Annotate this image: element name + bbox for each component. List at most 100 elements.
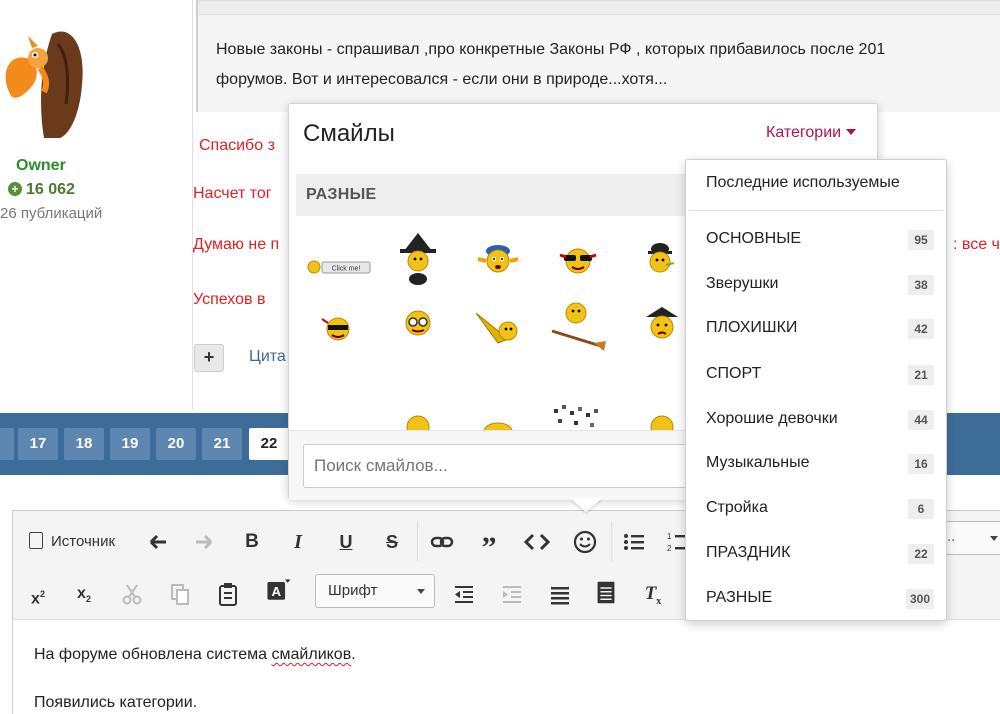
strikethrough-icon[interactable]: S	[379, 527, 405, 557]
category-item[interactable]: СПОРТ 21	[686, 355, 948, 395]
justify-icon[interactable]	[547, 579, 573, 609]
template-icon[interactable]	[593, 577, 619, 607]
post-line-4: Успехов в	[193, 291, 266, 308]
category-item[interactable]: РАЗНЫЕ 300	[686, 579, 948, 619]
category-count-badge: 21	[908, 365, 934, 385]
blockquote-icon[interactable]: ”	[475, 527, 503, 564]
page-button[interactable]	[0, 428, 14, 460]
smiley-witch-icon[interactable]	[388, 229, 448, 289]
smiley-pirate-icon[interactable]	[632, 295, 692, 355]
menu-divider	[690, 210, 942, 211]
chevron-down-icon	[990, 536, 998, 541]
category-count-badge: 95	[908, 230, 934, 250]
editor-paragraph-2: Появились категории.	[34, 694, 198, 711]
quote-button[interactable]: Цита	[249, 348, 286, 366]
smiley-glasses-icon[interactable]	[388, 295, 448, 355]
category-name: Зверушки	[706, 275, 779, 292]
bold-icon[interactable]: B	[239, 527, 265, 557]
category-item[interactable]: Стройка 6	[686, 489, 948, 529]
redo-icon[interactable]	[191, 527, 217, 557]
page-button-22-current[interactable]: 22	[249, 428, 289, 460]
source-label: Источник	[51, 533, 116, 550]
author-panel: Owner +16 062 26 публикаций	[0, 0, 192, 410]
category-item[interactable]: Зверушки 38	[686, 265, 948, 305]
page-button-18[interactable]: 18	[64, 428, 104, 460]
svg-text:1: 1	[667, 532, 672, 541]
smiley-icon[interactable]	[571, 527, 599, 557]
toolbar-separator	[611, 521, 612, 561]
source-icon	[29, 532, 43, 549]
smiley-sunglasses-icon[interactable]	[548, 229, 608, 289]
category-recent[interactable]: Последние используемые	[706, 174, 900, 192]
add-reaction-button[interactable]: +	[194, 344, 224, 372]
page-button-20[interactable]: 20	[156, 428, 196, 460]
author-post-count: 26 публикаций	[0, 205, 103, 222]
smiley-picker-title: Смайлы	[303, 120, 395, 147]
smiley-row3-icon[interactable]	[388, 397, 448, 431]
bulleted-list-icon[interactable]	[621, 527, 647, 557]
category-count-badge: 300	[905, 589, 934, 609]
font-select-value: Шрифт	[328, 582, 378, 599]
editor-content[interactable]: На форуме обновлена система смайликов. П…	[13, 619, 1000, 714]
toolbar-separator	[417, 521, 418, 561]
page-button-19[interactable]: 19	[110, 428, 150, 460]
smiley-cool-dance-icon[interactable]	[308, 299, 368, 359]
post-line-1: Спасибо з	[199, 137, 275, 154]
categories-dropdown-toggle[interactable]: Категории	[766, 124, 857, 142]
cut-icon[interactable]	[119, 579, 145, 609]
category-name: РАЗНЫЕ	[706, 589, 773, 606]
smiley-blue-hat-icon[interactable]	[468, 229, 528, 289]
smiley-pixel-icon[interactable]	[548, 379, 608, 431]
category-item[interactable]: ОСНОВНЫЕ 95	[686, 220, 948, 260]
superscript-icon[interactable]: x2	[25, 579, 51, 609]
category-count-badge: 6	[908, 499, 934, 519]
svg-text:A: A	[271, 584, 281, 599]
paste-icon[interactable]	[215, 579, 241, 609]
smiley-search-input[interactable]	[303, 444, 723, 488]
category-item[interactable]: Музыкальные 16	[686, 444, 948, 484]
link-icon[interactable]	[429, 527, 455, 557]
quote-block: Новые законы - спрашивал ,про конкретные…	[196, 0, 1000, 112]
smiley-banana-icon[interactable]	[468, 299, 528, 359]
click-me-text: Click me!	[332, 266, 361, 273]
italic-icon[interactable]: I	[285, 527, 311, 557]
category-count-badge: 44	[908, 410, 934, 430]
smiley-bowler-hat-icon[interactable]	[632, 229, 692, 289]
post-line-2: Насчет тог	[193, 185, 272, 202]
author-reputation: +16 062	[8, 181, 75, 199]
category-item[interactable]: Хорошие девочки 44	[686, 400, 948, 440]
category-item[interactable]: ПРАЗДНИК 22	[686, 534, 948, 574]
post-line-3-tail: : все ч	[953, 236, 1000, 253]
decrease-indent-icon[interactable]	[451, 579, 477, 609]
font-select[interactable]: Шрифт	[315, 574, 435, 608]
source-button[interactable]: Источник	[29, 527, 115, 557]
editor-paragraph-1: На форуме обновлена система смайликов.	[34, 646, 356, 663]
category-count-badge: 22	[908, 544, 934, 564]
smiley-row3-icon[interactable]	[632, 397, 692, 431]
copy-icon[interactable]	[167, 579, 193, 609]
undo-icon[interactable]	[145, 527, 171, 557]
category-name: Стройка	[706, 499, 768, 516]
increase-indent-icon[interactable]	[499, 579, 525, 609]
squirrel-avatar[interactable]	[0, 14, 98, 138]
smiley-click-me-icon[interactable]: Click me!	[304, 229, 374, 289]
clear-format-icon[interactable]: Tx	[639, 579, 667, 609]
quote-header	[198, 1, 1000, 15]
popup-pointer	[570, 498, 602, 512]
category-menu: Последние используемые ОСНОВНЫЕ 95 Зверуш…	[685, 159, 947, 621]
category-item[interactable]: ПЛОХИШКИ 42	[686, 309, 948, 349]
quote-line-2: форумов. Вот и интересовался - если они …	[216, 71, 668, 88]
text-color-icon[interactable]: A	[263, 575, 293, 605]
underline-icon[interactable]: U	[333, 527, 359, 557]
format-select-value: ..	[947, 528, 956, 545]
category-name: ПЛОХИШКИ	[706, 319, 798, 336]
quote-line-1: Новые законы - спрашивал ,про конкретные…	[216, 41, 886, 58]
chevron-down-icon	[846, 129, 857, 135]
code-icon[interactable]	[523, 527, 551, 557]
smiley-row3-icon[interactable]	[468, 401, 528, 431]
svg-text:2: 2	[667, 544, 672, 553]
page-button-21[interactable]: 21	[202, 428, 242, 460]
subscript-icon[interactable]: x2	[71, 579, 97, 609]
page-button-17[interactable]: 17	[18, 428, 58, 460]
smiley-broom-icon[interactable]	[548, 293, 608, 353]
